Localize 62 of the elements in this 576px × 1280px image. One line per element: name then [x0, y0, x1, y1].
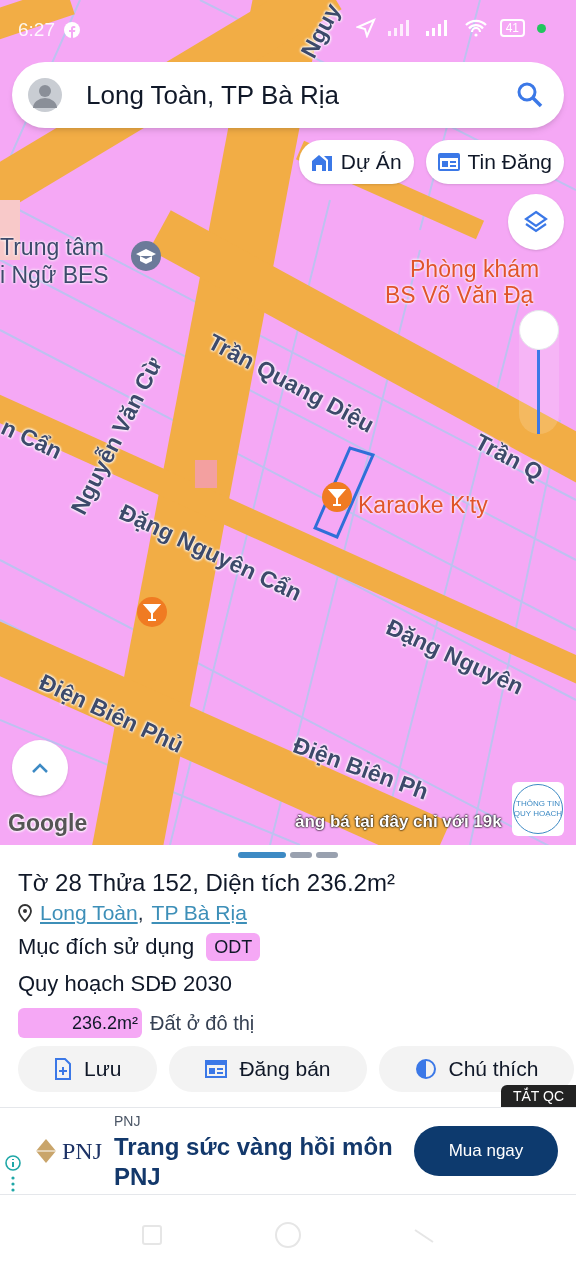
newspaper-icon: [205, 1059, 228, 1079]
layers-icon: [523, 209, 549, 235]
map-label: i Ngữ BES: [0, 261, 109, 290]
ad-advertiser: PNJ: [114, 1111, 142, 1131]
map-label: Trung tâm: [0, 233, 104, 262]
map-label: BS Võ Văn Đạ: [385, 282, 534, 310]
location-link[interactable]: TP Bà Rịa: [151, 898, 247, 928]
brand-logo: PNJ: [62, 1137, 103, 1166]
chevron-up-icon: [31, 762, 49, 774]
cocktail-icon: [136, 596, 168, 628]
home-icon[interactable]: [273, 1220, 303, 1250]
location-link[interactable]: Long Toàn: [40, 898, 138, 928]
sell-button[interactable]: Đăng bán: [169, 1046, 367, 1092]
page-indicator[interactable]: [316, 852, 338, 858]
avatar-icon: [28, 78, 62, 112]
location-pin-icon: [18, 904, 32, 922]
building-icon: [310, 152, 333, 172]
info-icon[interactable]: [4, 1154, 22, 1192]
slider-thumb[interactable]: [519, 309, 559, 350]
logo-text: THÔNG TIN: [516, 800, 560, 808]
logo-text: QUY HOẠCH: [513, 810, 563, 818]
map-label: Điện Biên Ph: [288, 730, 433, 807]
search-bar[interactable]: Long Toàn, TP Bà Rịa: [12, 62, 564, 128]
file-plus-icon: [54, 1058, 72, 1080]
buy-now-button[interactable]: Mua ngay: [414, 1126, 558, 1176]
graduation-cap-icon: [130, 240, 162, 272]
usage-code-tag: ODT: [206, 932, 261, 961]
search-text: Long Toàn, TP Bà Rịa: [86, 78, 340, 112]
save-button[interactable]: Lưu: [18, 1046, 158, 1092]
brand-mark-icon: [34, 1137, 58, 1165]
project-chip[interactable]: Dự Án: [298, 140, 414, 184]
map-label: Karaoke K'ty: [358, 491, 488, 520]
plan-label: Quy hoạch SDĐ 2030: [18, 970, 234, 998]
page-indicator[interactable]: [290, 852, 312, 858]
page-indicator[interactable]: [238, 852, 286, 858]
facebook-icon: [63, 21, 81, 40]
land-type-text: Đất ở đô thị: [150, 1011, 255, 1036]
newspaper-icon: [437, 152, 460, 172]
location-arrow-icon: [355, 18, 376, 38]
contrast-icon: [414, 1058, 437, 1080]
separator-text: ,: [137, 900, 144, 926]
expand-button[interactable]: [12, 740, 68, 796]
ad-ticker: ảng bá tại đây chỉ với 19k: [295, 811, 502, 833]
wifi-icon: [463, 19, 488, 37]
area-swatch: 236.2m²: [18, 1008, 142, 1038]
map-label: Phòng khám: [410, 255, 540, 284]
slider-track[interactable]: [519, 310, 559, 434]
planning-logo[interactable]: THÔNG TIN QUY HOẠCH: [512, 782, 564, 836]
map-label: Trần Q: [469, 427, 549, 488]
battery-icon: 41: [499, 19, 525, 37]
cocktail-icon: [321, 481, 353, 513]
ad-headline: Trang sức vàng hồi môn PNJ: [114, 1131, 394, 1192]
close-ad-button[interactable]: TẮT QC: [500, 1085, 576, 1107]
listing-chip[interactable]: Tin Đăng: [425, 140, 564, 184]
parcel-title: Tờ 28 Thửa 152, Diện tích 236.2m²: [18, 868, 396, 898]
google-logo: Google: [8, 809, 88, 838]
map-label: Điện Biên Phủ: [34, 667, 189, 761]
layers-button[interactable]: [508, 194, 564, 250]
recents-icon[interactable]: [141, 1224, 163, 1246]
map-label: n Cẩn: [0, 412, 68, 467]
search-icon[interactable]: [516, 81, 544, 109]
usage-label: Mục đích sử dụng: [18, 933, 195, 961]
